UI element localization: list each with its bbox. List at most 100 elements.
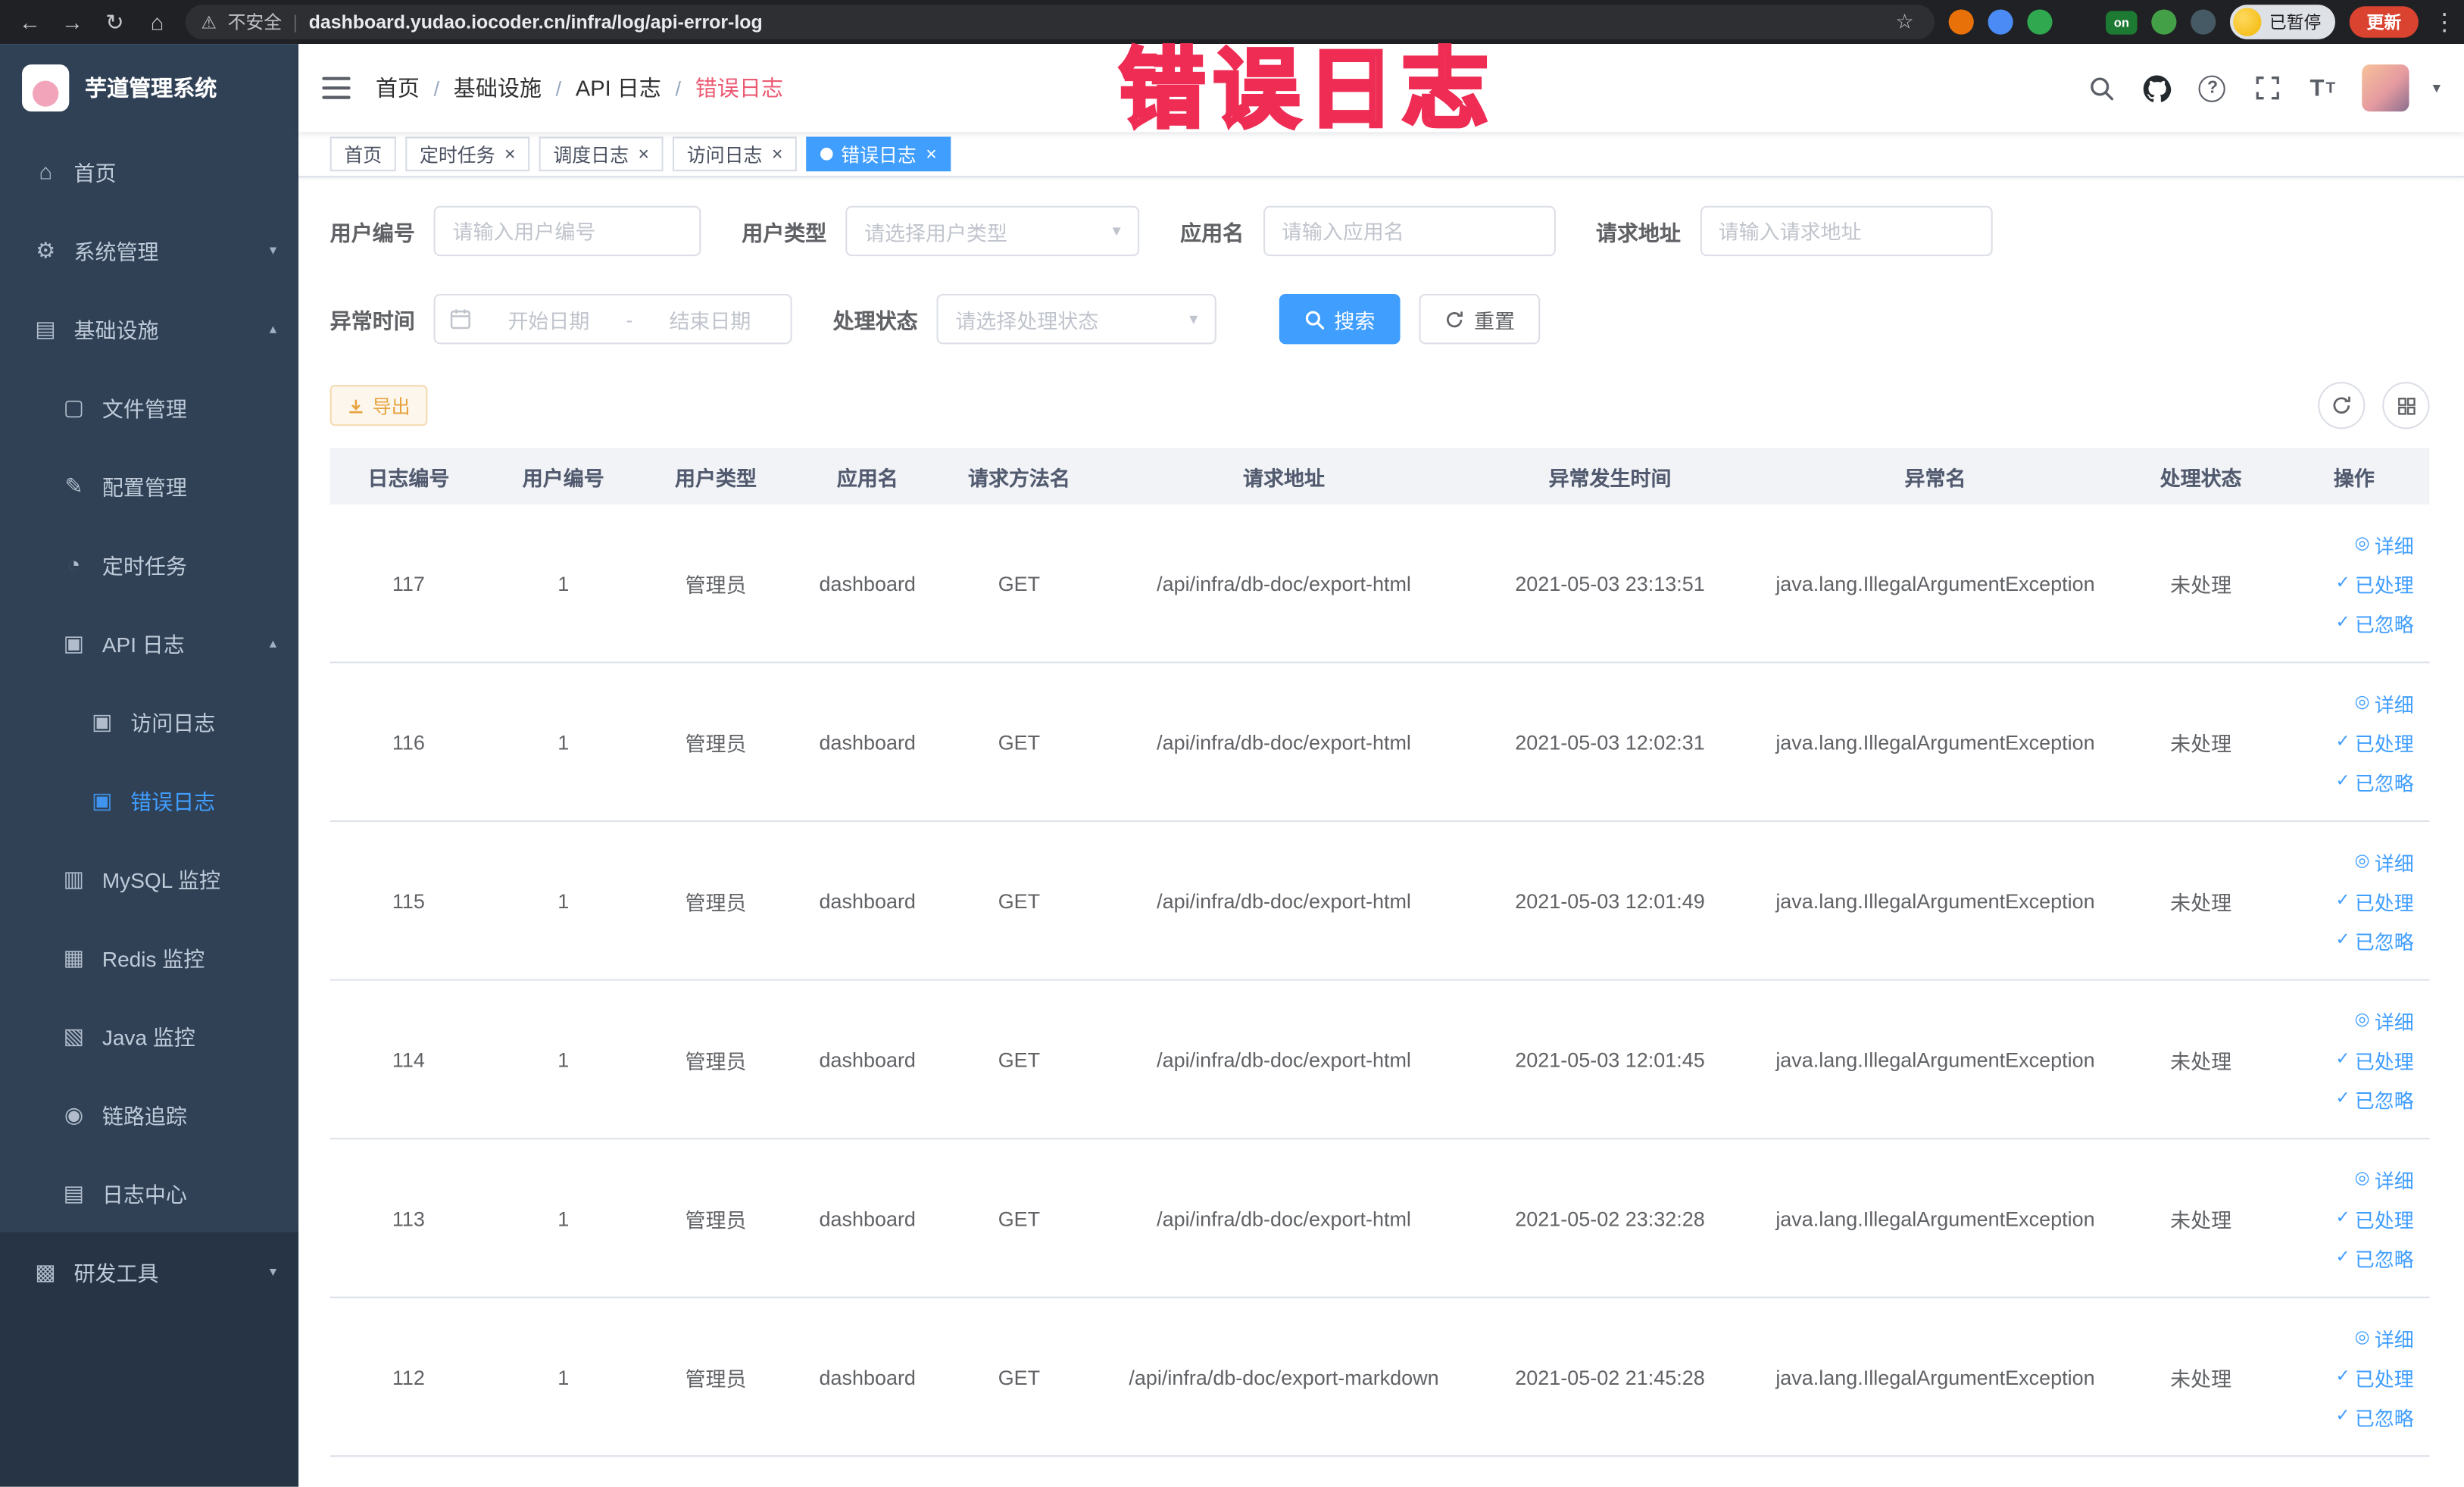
sidebar-item-config-management[interactable]: ✎ 配置管理 <box>0 446 298 525</box>
detail-link[interactable]: ◎ 详细 <box>2355 1323 2414 1352</box>
breadcrumb-item[interactable]: 错误日志 <box>695 72 783 103</box>
cell-app-name: dashboard <box>819 571 916 595</box>
close-icon[interactable]: × <box>926 145 937 164</box>
processed-link[interactable]: ✓ 已处理 <box>2336 1362 2414 1392</box>
ignored-link[interactable]: ✓ 已忽略 <box>2336 925 2414 954</box>
breadcrumb-item[interactable]: 首页 <box>376 72 420 103</box>
extension-icon-7[interactable] <box>2191 9 2216 35</box>
detail-link[interactable]: ◎ 详细 <box>2355 688 2414 717</box>
sidebar-item-label: 首页 <box>73 161 117 186</box>
column-header: 应用名 <box>792 448 943 505</box>
github-icon[interactable] <box>2142 72 2173 103</box>
filter-row-1: 用户编号 用户类型 请选择用户类型 ▼ 应用名 <box>330 205 2430 257</box>
breadcrumb-item[interactable]: 基础设施 <box>454 72 542 103</box>
request-url-input[interactable] <box>1699 205 1992 257</box>
ignored-link[interactable]: ✓ 已忽略 <box>2336 766 2414 795</box>
detail-link[interactable]: ◎ 详细 <box>2355 1164 2414 1193</box>
tab-schedule-log[interactable]: 调度日志 × <box>539 136 664 172</box>
bookmark-star-icon[interactable]: ☆ <box>1891 9 1919 34</box>
sidebar-item-infrastructure[interactable]: ▤ 基础设施 ▴ <box>0 289 298 368</box>
sidebar-item-trace[interactable]: ◉ 链路追踪 <box>0 1075 298 1154</box>
browser-forward-icon[interactable]: → <box>58 9 86 34</box>
breadcrumb-item[interactable]: API 日志 <box>576 72 661 103</box>
fullscreen-icon[interactable] <box>2252 72 2283 103</box>
processed-link[interactable]: ✓ 已处理 <box>2336 1203 2414 1232</box>
column-settings-button[interactable] <box>2382 382 2430 430</box>
filter-request-url: 请求地址 <box>1596 205 1992 257</box>
processed-link[interactable]: ✓ 已处理 <box>2336 886 2414 915</box>
processed-link[interactable]: ✓ 已处理 <box>2336 568 2414 598</box>
sidebar-item-dev-tools[interactable]: ▩ 研发工具 ▾ <box>0 1232 299 1311</box>
ignored-link[interactable]: ✓ 已忽略 <box>2336 608 2414 637</box>
ignored-link[interactable]: ✓ 已忽略 <box>2336 1084 2414 1114</box>
sidebar-item-api-log[interactable]: ▣ API 日志 ▴ <box>0 604 298 683</box>
browser-reload-icon[interactable]: ↻ <box>101 8 129 35</box>
reset-button[interactable]: 重置 <box>1419 293 1541 345</box>
cell-time: 2021-05-02 21:45:28 <box>1515 1364 1705 1389</box>
error-log-table: 日志编号 用户编号 用户类型 应用名 请求方法名 请求地址 异常发生时间 异常名 处理状态 操作 … <box>329 448 2430 1457</box>
search-icon[interactable] <box>2087 72 2118 103</box>
sidebar-item-redis-monitor[interactable]: ▦ Redis 监控 <box>0 918 298 997</box>
extension-icon-3[interactable] <box>2027 9 2053 35</box>
sidebar-item-error-log[interactable]: ▣ 错误日志 <box>0 761 298 839</box>
search-button[interactable]: 搜索 <box>1279 293 1401 345</box>
extension-icon-on-badge[interactable]: on <box>2106 10 2138 34</box>
close-icon[interactable]: × <box>772 145 783 164</box>
detail-link[interactable]: ◎ 详细 <box>2355 529 2414 558</box>
check-icon: ✓ <box>2335 1366 2350 1385</box>
user-type-select[interactable]: 请选择用户类型 ▼ <box>845 205 1140 257</box>
action-label: 已处理 <box>2354 892 2414 914</box>
processed-link[interactable]: ✓ 已处理 <box>2336 1045 2414 1074</box>
tab-scheduled-jobs[interactable]: 定时任务 × <box>405 136 530 172</box>
sidebar-item-mysql-monitor[interactable]: ▥ MySQL 监控 <box>0 839 298 918</box>
cell-app-name: dashboard <box>819 889 916 913</box>
close-icon[interactable]: × <box>504 145 516 164</box>
chevron-down-icon: ▼ <box>1186 311 1201 327</box>
extension-icon-1[interactable] <box>1948 9 1974 35</box>
processed-link[interactable]: ✓ 已处理 <box>2336 727 2414 757</box>
tab-access-log[interactable]: 访问日志 × <box>673 136 798 172</box>
browser-back-icon[interactable]: ← <box>16 9 44 34</box>
detail-link[interactable]: ◎ 详细 <box>2355 846 2414 876</box>
refresh-button[interactable] <box>2318 382 2366 430</box>
sidebar-toggle-icon[interactable] <box>322 77 351 99</box>
user-id-input[interactable] <box>433 205 701 257</box>
user-avatar[interactable] <box>2362 64 2409 112</box>
extension-icon-4[interactable] <box>2066 9 2091 34</box>
caret-down-icon[interactable]: ▾ <box>2433 80 2441 97</box>
font-size-icon[interactable]: TT <box>2307 72 2338 103</box>
sidebar-item-system-management[interactable]: ⚙ 系统管理 ▾ <box>0 211 298 289</box>
profile-chip[interactable]: 已暂停 <box>2229 5 2336 39</box>
help-icon[interactable]: ? <box>2197 72 2228 103</box>
cell-actions: ◎ 详细 ✓ 已处理 ✓ 已忽略 <box>2278 981 2429 1138</box>
extension-icon-2[interactable] <box>1988 9 2013 35</box>
cell-actions: ◎ 详细 ✓ 已处理 ✓ 已忽略 <box>2278 505 2429 661</box>
tab-home[interactable]: 首页 <box>329 136 396 172</box>
redis-icon: ▦ <box>63 943 85 970</box>
sidebar-item-java-monitor[interactable]: ▧ Java 监控 <box>0 996 298 1075</box>
process-status-select[interactable]: 请选择处理状态 ▼ <box>936 293 1216 345</box>
cell-actions: ◎ 详细 ✓ 已处理 ✓ 已忽略 <box>2278 664 2429 820</box>
filter-process-status: 处理状态 请选择处理状态 ▼ <box>833 293 1216 345</box>
sidebar-item-log-center[interactable]: ▤ 日志中心 <box>0 1154 298 1232</box>
app-name-input[interactable] <box>1263 205 1555 257</box>
sidebar-item-file-management[interactable]: ▢ 文件管理 <box>0 367 298 446</box>
browser-menu-icon[interactable]: ⋮ <box>2433 8 2456 36</box>
detail-link[interactable]: ◎ 详细 <box>2355 1005 2414 1035</box>
exception-time-range-picker[interactable]: 开始日期 - 结束日期 <box>433 293 792 345</box>
ignored-link[interactable]: ✓ 已忽略 <box>2336 1401 2414 1431</box>
browser-update-button[interactable]: 更新 <box>2349 6 2419 38</box>
extension-icon-6[interactable] <box>2151 9 2177 35</box>
browser-home-icon[interactable]: ⌂ <box>143 9 171 34</box>
close-icon[interactable]: × <box>638 145 649 164</box>
export-button[interactable]: 导出 <box>329 385 428 426</box>
ignored-link[interactable]: ✓ 已忽略 <box>2336 1242 2414 1272</box>
cell-status: 未处理 <box>2170 573 2232 597</box>
check-icon: ✓ <box>2335 1405 2350 1425</box>
tab-error-log[interactable]: 错误日志 × <box>806 136 951 172</box>
sidebar-item-access-log[interactable]: ▣ 访问日志 <box>0 682 298 761</box>
sidebar-item-home[interactable]: ⌂ 首页 <box>0 132 298 211</box>
cell-method: GET <box>998 1206 1041 1230</box>
sidebar-item-scheduled-jobs[interactable]: ◔ 定时任务 <box>0 525 298 604</box>
address-bar[interactable]: ⚠ 不安全 | dashboard.yudao.iocoder.cn/infra… <box>185 5 1935 39</box>
